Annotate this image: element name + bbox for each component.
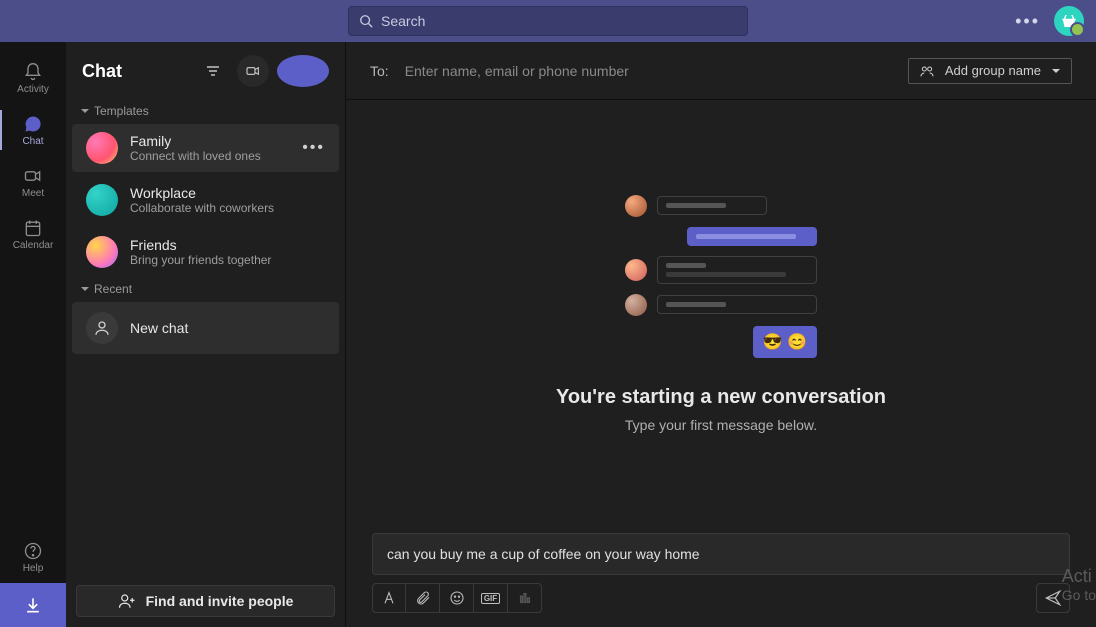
rail-help[interactable]: Help [0, 531, 66, 583]
more-apps-button[interactable] [508, 583, 542, 613]
workplace-avatar-icon [86, 184, 118, 216]
compose-area: GIF [346, 527, 1096, 627]
template-family[interactable]: Family Connect with loved ones ••• [72, 124, 339, 172]
rail-calendar[interactable]: Calendar [0, 208, 66, 260]
invite-icon [118, 592, 136, 610]
user-avatar[interactable] [1054, 6, 1084, 36]
empty-state: 😎 😊 You're starting a new conversation T… [346, 100, 1096, 527]
message-input[interactable] [372, 533, 1070, 575]
attach-button[interactable] [406, 583, 440, 613]
illustration-avatar-icon [625, 259, 647, 281]
help-icon [23, 541, 43, 561]
video-icon [245, 63, 261, 79]
app-icon [518, 591, 532, 605]
start-subtitle: Type your first message below. [625, 417, 817, 433]
search-icon [359, 14, 373, 28]
calendar-icon [23, 218, 43, 238]
chevron-down-icon [80, 106, 90, 116]
friends-avatar-icon [86, 236, 118, 268]
attach-icon [415, 590, 431, 606]
emoji-button[interactable] [440, 583, 474, 613]
add-group-name-button[interactable]: Add group name [908, 58, 1072, 84]
templates-section[interactable]: Templates [66, 100, 345, 122]
rail-activity[interactable]: Activity [0, 52, 66, 104]
gif-button[interactable]: GIF [474, 583, 508, 613]
chat-content: To: Add group name [346, 42, 1096, 627]
send-icon [1044, 589, 1062, 607]
search-placeholder: Search [381, 13, 425, 29]
template-workplace[interactable]: Workplace Collaborate with coworkers [72, 176, 339, 224]
illustration-emoji-icon: 😎 😊 [753, 326, 817, 358]
to-input[interactable] [405, 63, 892, 79]
conversation-illustration: 😎 😊 [625, 195, 817, 358]
recent-section[interactable]: Recent [66, 278, 345, 300]
avatar-basket-icon [1060, 12, 1078, 30]
new-chat-button[interactable] [277, 55, 329, 87]
chevron-down-icon [80, 284, 90, 294]
search-input[interactable]: Search [348, 6, 748, 36]
illustration-avatar-icon [625, 294, 647, 316]
recent-new-chat[interactable]: New chat [72, 302, 339, 354]
app-rail: Activity Chat Meet Calendar Help [0, 42, 66, 627]
template-friends[interactable]: Friends Bring your friends together [72, 228, 339, 276]
bell-icon [23, 62, 43, 82]
title-bar: Search ••• [0, 0, 1096, 42]
rail-meet[interactable]: Meet [0, 156, 66, 208]
illustration-avatar-icon [625, 195, 647, 217]
meet-now-button[interactable] [237, 55, 269, 87]
download-app-button[interactable] [0, 583, 66, 627]
filter-icon [205, 63, 221, 79]
chevron-down-icon [1051, 66, 1061, 76]
to-label: To: [370, 63, 389, 79]
more-button[interactable]: ••• [1015, 11, 1040, 32]
template-more-button[interactable]: ••• [302, 139, 325, 157]
pane-title: Chat [82, 61, 189, 82]
download-icon [23, 595, 43, 615]
find-invite-button[interactable]: Find and invite people [76, 585, 335, 617]
send-button[interactable] [1036, 583, 1070, 613]
family-avatar-icon [86, 132, 118, 164]
filter-button[interactable] [197, 55, 229, 87]
chat-list-pane: Chat Templates Family Connect with loved… [66, 42, 346, 627]
person-icon [86, 312, 118, 344]
chat-icon [23, 114, 43, 134]
format-button[interactable] [372, 583, 406, 613]
video-icon [23, 166, 43, 186]
gif-label: GIF [481, 593, 500, 604]
group-icon [919, 63, 935, 79]
emoji-icon [449, 590, 465, 606]
start-title: You're starting a new conversation [556, 386, 886, 409]
rail-chat[interactable]: Chat [0, 104, 66, 156]
to-row: To: Add group name [346, 42, 1096, 100]
format-icon [381, 590, 397, 606]
